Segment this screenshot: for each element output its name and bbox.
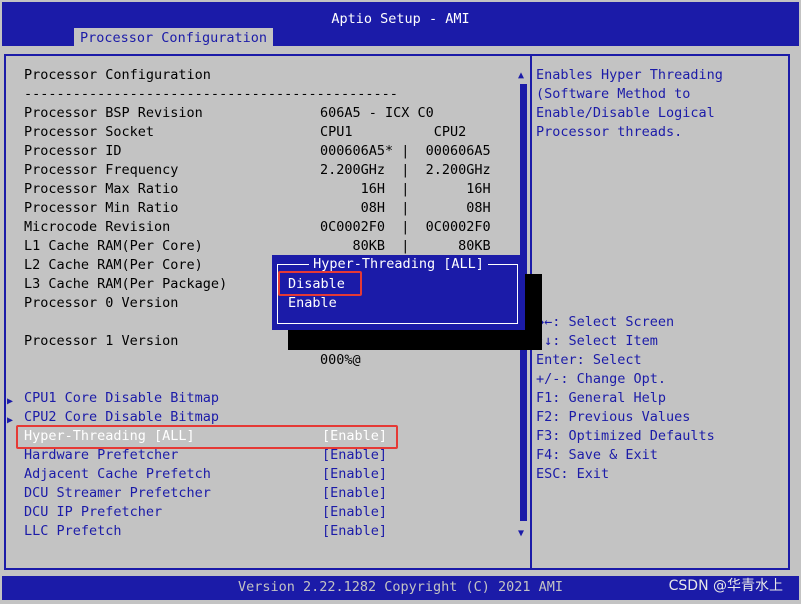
info-value: 000606A5* | 000606A5 [320,143,491,159]
help-text: (Software Method to [536,86,691,102]
app-title: Aptio Setup - AMI [331,11,470,27]
info-label: Processor Max Ratio [24,181,179,197]
info-label: L2 Cache RAM(Per Core) [24,257,203,273]
separator-line: ----------------------------------------… [24,86,398,102]
scroll-down-icon[interactable]: ▼ [518,524,524,543]
info-label: Microcode Revision [24,219,171,235]
highlight-annotation [16,425,398,449]
key-hint: →←: Select Screen [536,314,675,330]
key-hint: F1: General Help [536,390,667,406]
info-value: 08H | 08H [320,200,491,216]
info-value: 80KB | 80KB [320,238,491,254]
setting-dcu-streamer-prefetcher[interactable]: DCU Streamer Prefetcher [24,484,211,503]
page-title: Processor Configuration [24,67,211,83]
key-hint: ESC: Exit [536,466,610,482]
info-value: 0C0002F0 | 0C0002F0 [320,219,491,235]
key-hint: F4: Save & Exit [536,447,658,463]
info-label: Processor Socket [24,124,155,140]
info-label: L1 Cache RAM(Per Core) [24,238,203,254]
popup-title-text: Hyper-Threading [ALL] [309,256,488,272]
key-hint: +/-: Change Opt. [536,371,667,387]
submenu-arrow-icon: ▶ [7,396,14,407]
setting-value[interactable]: [Enable] [322,465,387,484]
setting-llc-prefetch[interactable]: LLC Prefetch [24,522,122,541]
info-label: Processor Min Ratio [24,200,179,216]
info-label: L3 Cache RAM(Per Package) [24,276,228,292]
info-label: Processor 0 Version [24,295,179,311]
tab-processor-configuration[interactable]: Processor Configuration [74,28,273,48]
info-value: CPU1 CPU2 [320,124,467,140]
key-hint: F2: Previous Values [536,409,691,425]
help-text: Enable/Disable Logical [536,105,715,121]
setting-value[interactable]: [Enable] [322,522,387,541]
title-bar: Aptio Setup - AMI Processor Configuratio… [2,2,799,48]
info-value: 2.200GHz | 2.200GHz [320,162,491,178]
info-value: 000%@ [320,352,361,368]
popup-option-enable[interactable]: Enable [288,294,337,313]
setting-dcu-ip-prefetcher[interactable]: DCU IP Prefetcher [24,503,162,522]
help-text: Processor threads. [536,124,683,140]
option-highlight-annotation [278,271,362,296]
submenu-cpu1-core-disable-bitmap[interactable]: CPU1 Core Disable Bitmap [24,389,219,408]
info-label: Processor 1 Version [24,333,179,349]
key-hint: ↑↓: Select Item [536,333,658,349]
info-label: Processor Frequency [24,162,179,178]
setting-value[interactable]: [Enable] [322,484,387,503]
setting-value[interactable]: [Enable] [322,503,387,522]
key-hint: Enter: Select [536,352,642,368]
footer-bar: Version 2.22.1282 Copyright (C) 2021 AMI… [2,576,799,600]
watermark: CSDN @华青水上 [668,578,783,594]
submenu-arrow-icon: ▶ [7,415,14,426]
info-value: 606A5 - ICX C0 [320,105,434,121]
help-text: Enables Hyper Threading [536,67,723,83]
info-value: 16H | 16H [320,181,491,197]
scroll-up-icon[interactable]: ▲ [518,66,524,85]
setting-adjacent-cache-prefetch[interactable]: Adjacent Cache Prefetch [24,465,211,484]
info-label: Processor BSP Revision [24,105,203,121]
info-label: Processor ID [24,143,122,159]
key-hint: F3: Optimized Defaults [536,428,715,444]
